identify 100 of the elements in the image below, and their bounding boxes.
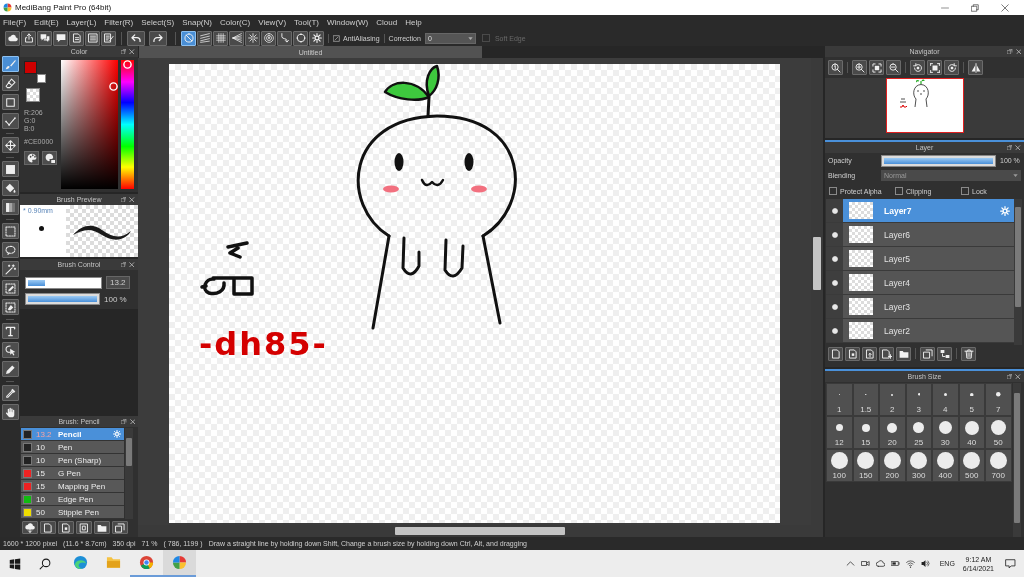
layer-row[interactable]: Layer5 — [826, 247, 1014, 271]
brush-list-item[interactable]: 15 Mapping Pen — [21, 480, 124, 493]
brush-list-item[interactable]: 13.2 Pencil — [21, 428, 124, 441]
dashed-rectangle-tool[interactable] — [1, 223, 19, 239]
duplicate-button[interactable] — [112, 521, 128, 534]
color-picker-square[interactable] — [61, 60, 118, 189]
zoom-actual-button[interactable] — [828, 60, 843, 75]
vanishing-lines-button[interactable] — [229, 30, 244, 46]
visibility-dot-icon[interactable] — [831, 255, 838, 262]
flip-button[interactable] — [968, 60, 983, 75]
page-plus-button[interactable] — [879, 346, 894, 361]
palette-settings-button[interactable] — [42, 151, 57, 165]
brush-list-item[interactable]: 10 Edge Pen — [21, 493, 124, 506]
dashed-pen-tool[interactable] — [1, 280, 19, 296]
zoom-in-button[interactable] — [852, 60, 867, 75]
scrollbar-thumb[interactable] — [1013, 393, 1020, 523]
menu-item[interactable]: Cloud — [376, 17, 398, 28]
fit-frame-button[interactable] — [927, 60, 942, 75]
duplicate-button[interactable] — [920, 346, 935, 361]
menu-item[interactable]: Tool(T) — [294, 17, 319, 28]
polyline-tool[interactable] — [1, 113, 19, 129]
taskbar-app-button[interactable] — [163, 550, 196, 577]
brush-size-option[interactable]: 4 — [932, 383, 959, 416]
brush-size-option[interactable]: 5 — [958, 383, 985, 416]
brush-size-option[interactable]: 15 — [852, 416, 879, 449]
list-button[interactable] — [85, 30, 100, 46]
brush-size-option[interactable]: 30 — [932, 416, 959, 449]
menu-item[interactable]: Help — [405, 17, 422, 28]
brush-size-option[interactable]: 20 — [879, 416, 906, 449]
checkbox[interactable] — [829, 187, 837, 195]
scrollbar-thumb[interactable] — [126, 438, 132, 466]
checkbox[interactable] — [895, 187, 903, 195]
brush-list-item[interactable]: 10 Pen — [21, 441, 124, 454]
new-page-button[interactable] — [40, 521, 56, 534]
filled-square-tool[interactable] — [1, 161, 19, 177]
folder-button[interactable] — [896, 346, 911, 361]
fit-screen-button[interactable] — [869, 60, 884, 75]
brush-size-slider[interactable] — [25, 276, 102, 289]
brush-size-option[interactable]: 40 — [958, 416, 985, 449]
visibility-dot-icon[interactable] — [831, 231, 838, 238]
settings-button[interactable] — [309, 30, 324, 46]
brush-size-option[interactable]: 400 — [932, 449, 959, 482]
visibility-dot-icon[interactable] — [831, 327, 838, 334]
brush-size-option[interactable]: 1 — [826, 383, 853, 416]
brush-size-option[interactable]: 200 — [879, 449, 906, 482]
scrollbar[interactable] — [1012, 383, 1021, 537]
circle-button[interactable] — [293, 30, 308, 46]
brush-list-item[interactable]: 10 Pen (Sharp) — [21, 454, 124, 467]
brush-list-item[interactable]: 50 Stipple Pen — [21, 506, 124, 519]
grid-button[interactable] — [213, 30, 228, 46]
scrollbar-thumb[interactable] — [1015, 207, 1021, 307]
layer-row[interactable]: Layer3 — [826, 295, 1014, 319]
new-page-button[interactable] — [828, 346, 843, 361]
transparent-color-swatch[interactable] — [26, 88, 40, 102]
square-tool[interactable] — [1, 94, 19, 110]
rotate-right-button[interactable] — [944, 60, 959, 75]
text-tool[interactable] — [1, 323, 19, 339]
menu-item[interactable]: Snap(N) — [182, 17, 212, 28]
scrollbar-thumb[interactable] — [813, 237, 821, 290]
rotate-left-button[interactable] — [910, 60, 925, 75]
scrollbar-thumb[interactable] — [395, 527, 565, 535]
folder-button[interactable] — [94, 521, 110, 534]
checklist-button[interactable] — [101, 30, 116, 46]
brush-size-option[interactable]: 2 — [879, 383, 906, 416]
menu-item[interactable]: Edit(E) — [34, 17, 59, 28]
framed-rectangle-button[interactable] — [76, 521, 92, 534]
drawing-canvas[interactable]: -dh85- — [169, 64, 780, 523]
gradient-tool[interactable] — [1, 199, 19, 215]
hue-slider[interactable] — [121, 60, 134, 189]
hand-tool[interactable] — [1, 404, 19, 420]
brush-size-option[interactable]: 25 — [905, 416, 932, 449]
merge-button[interactable] — [937, 346, 952, 361]
visibility-dot-icon[interactable] — [831, 279, 838, 286]
foreground-color-swatch[interactable] — [24, 61, 37, 74]
lasso-tool[interactable] — [1, 242, 19, 258]
palette-button[interactable] — [24, 151, 39, 165]
menu-item[interactable]: View(V) — [258, 17, 287, 28]
brush-size-option[interactable]: 50 — [985, 416, 1012, 449]
menu-item[interactable]: Color(C) — [219, 17, 251, 28]
eraser-tool[interactable] — [1, 75, 19, 91]
brush-size-field[interactable]: 13.2 — [106, 276, 130, 289]
scrollbar[interactable] — [1014, 199, 1022, 345]
zoom-out-button[interactable] — [886, 60, 901, 75]
trash-button[interactable] — [961, 346, 976, 361]
menu-item[interactable]: Layer(L) — [66, 17, 97, 28]
parallel-lines-button[interactable] — [197, 30, 212, 46]
brush-size-option[interactable]: 1.5 — [852, 383, 879, 416]
page-square-button[interactable] — [845, 346, 860, 361]
hue-ring-icon[interactable] — [123, 60, 132, 69]
scrollbar[interactable] — [125, 428, 133, 519]
move-tool[interactable] — [1, 137, 19, 153]
visibility-dot-icon[interactable] — [831, 303, 838, 310]
paint-bucket-tool[interactable] — [1, 180, 19, 196]
page-square-button[interactable] — [58, 521, 74, 534]
horizontal-scrollbar[interactable] — [138, 525, 823, 537]
share-button[interactable] — [21, 30, 36, 46]
pen-tool[interactable] — [1, 361, 19, 377]
layer-row[interactable]: Layer7 — [826, 199, 1014, 223]
undo-button[interactable] — [127, 30, 145, 46]
speech-bubbles-button[interactable] — [37, 30, 52, 46]
